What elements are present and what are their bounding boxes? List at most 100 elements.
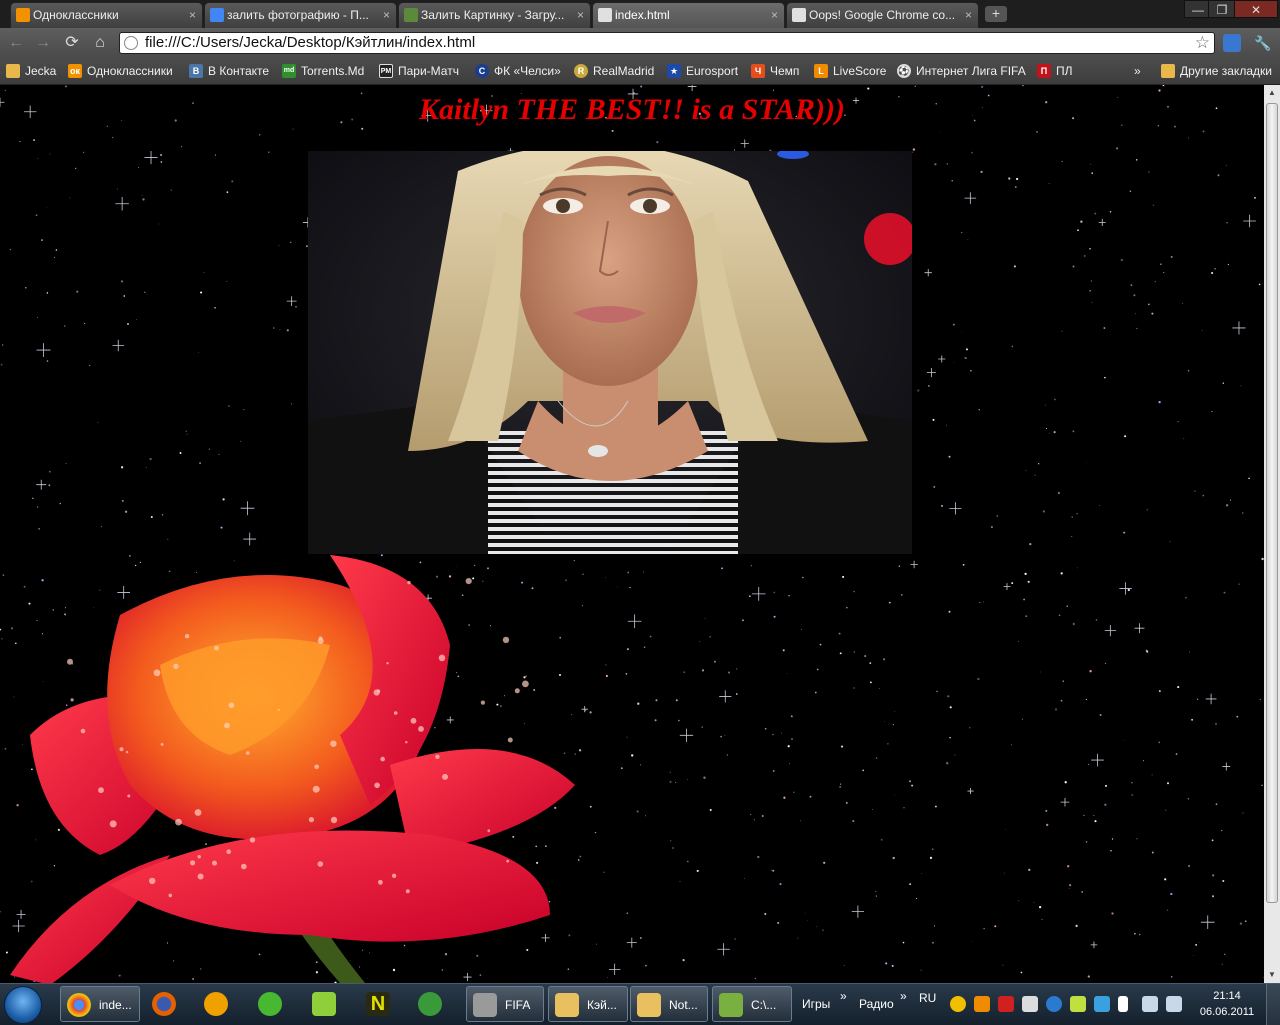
system-clock[interactable]: 21:14 06.06.2011 <box>1195 988 1259 1020</box>
scroll-down-arrow-icon[interactable]: ▼ <box>1264 967 1280 983</box>
bookmark-label: Интернет Лига FIFA <box>916 64 1026 78</box>
home-button[interactable]: ⌂ <box>89 32 111 54</box>
tab-odnoklassniki[interactable]: Одноклассники × <box>10 2 203 28</box>
action-center-flag-icon[interactable] <box>1118 996 1128 1012</box>
taskbar-fifa[interactable]: FIFA <box>466 986 544 1022</box>
taskbar-notepadpp[interactable]: C:\... <box>712 986 792 1022</box>
taskbar-label: Not... <box>669 987 698 1022</box>
taskbar-nero[interactable]: N <box>360 986 404 1022</box>
image-host-favicon-icon <box>404 8 418 22</box>
odnoklassniki-favicon-icon <box>16 8 30 22</box>
bookmark-realmadrid[interactable]: RRealMadrid <box>574 63 654 79</box>
forward-button[interactable]: → <box>32 32 54 54</box>
clock-time: 21:14 <box>1195 988 1259 1004</box>
hdd-tray-icon[interactable] <box>1022 996 1038 1012</box>
bookmark-vkontakte[interactable]: ВВ Контакте <box>189 63 269 79</box>
update-tray-icon[interactable] <box>1046 996 1062 1012</box>
toolbar-games[interactable]: Игры <box>802 984 830 1024</box>
language-indicator[interactable]: RU <box>919 978 936 1018</box>
bookmark-odnoklassniki[interactable]: окОдноклассники <box>68 63 173 79</box>
address-bar[interactable]: file:///C:/Users/Jecka/Desktop/Кэйтлин/i… <box>119 32 1215 54</box>
clock-date: 06.06.2011 <box>1195 1004 1259 1020</box>
maximize-button[interactable]: ❐ <box>1208 0 1236 18</box>
reload-button[interactable]: ⟳ <box>61 32 83 54</box>
other-bookmarks[interactable]: Другие закладки <box>1161 63 1272 79</box>
taskbar-utorrent[interactable] <box>412 986 456 1022</box>
rose-image <box>10 555 590 983</box>
nero-icon: N <box>366 992 390 1016</box>
close-window-button[interactable]: ✕ <box>1234 0 1278 18</box>
tab-title: Одноклассники <box>33 3 180 27</box>
battery-tray-icon[interactable] <box>1070 996 1086 1012</box>
zona-tray-icon[interactable] <box>1094 996 1110 1012</box>
player-tray-icon[interactable] <box>974 996 990 1012</box>
taskbar-app-green[interactable] <box>306 986 350 1022</box>
scrollbar-thumb[interactable] <box>1266 103 1278 903</box>
bookmark-label: Одноклассники <box>87 64 173 78</box>
tab-oops-chrome[interactable]: Oops! Google Chrome co... × <box>786 2 979 28</box>
scroll-up-arrow-icon[interactable]: ▲ <box>1264 85 1280 101</box>
bookmark-parimatch[interactable]: PMПари-Матч <box>379 63 459 79</box>
toolbar-overflow-chevron-icon[interactable]: » <box>840 976 847 1016</box>
url-text[interactable]: file:///C:/Users/Jecka/Desktop/Кэйтлин/i… <box>145 33 475 53</box>
volume-tray-icon[interactable] <box>1166 996 1182 1012</box>
bookmark-eurosport[interactable]: ★Eurosport <box>667 63 738 79</box>
page-info-icon[interactable] <box>124 36 138 50</box>
fifa-game-icon <box>473 993 497 1017</box>
page-viewport: Kaitlyn THE BEST!! is a STAR))) <box>0 85 1264 983</box>
taskbar-label: Кэй... <box>587 987 617 1022</box>
taskbar-aimp[interactable] <box>198 986 242 1022</box>
chelsea-icon: C <box>475 64 489 78</box>
bookmark-label: В Контакте <box>208 64 269 78</box>
extension-puzzle-icon[interactable] <box>1223 34 1241 52</box>
back-button[interactable]: ← <box>5 32 27 54</box>
taskbar-chrome[interactable]: inde... <box>60 986 140 1022</box>
tab-title: залить фотографию - П... <box>227 3 374 27</box>
toolbar-radio[interactable]: Радио <box>859 984 894 1024</box>
taskbar-notepad[interactable]: Not... <box>630 986 708 1022</box>
network-tray-icon[interactable] <box>1142 996 1158 1012</box>
antivirus-tray-icon[interactable] <box>998 996 1014 1012</box>
tab-close-icon[interactable]: × <box>383 3 390 27</box>
show-desktop-button[interactable] <box>1266 984 1280 1025</box>
bookmark-label: Jecka <box>25 64 56 78</box>
notepad-icon <box>637 993 661 1017</box>
bookmark-label: Чемп <box>770 64 799 78</box>
bookmarks-overflow-chevron-icon[interactable]: » <box>1134 63 1141 79</box>
taskbar-folder-kaitlyn[interactable]: Кэй... <box>548 986 628 1022</box>
tab-close-icon[interactable]: × <box>771 3 778 27</box>
utorrent-icon <box>418 992 442 1016</box>
bookmark-star-icon[interactable]: ☆ <box>1195 33 1210 53</box>
start-button[interactable] <box>4 986 42 1024</box>
taskbar-firefox[interactable] <box>146 986 190 1022</box>
bookmark-fifa-league[interactable]: ⚽Интернет Лига FIFA <box>897 63 1026 79</box>
pl-icon: П <box>1037 64 1051 78</box>
tab-upload-picture[interactable]: Залить Картинку - Загру... × <box>398 2 591 28</box>
page-scrollbar[interactable]: ▲ ▼ <box>1264 85 1280 983</box>
tab-close-icon[interactable]: × <box>965 3 972 27</box>
torrents-icon: md <box>282 64 296 78</box>
bookmark-jecka[interactable]: Jecka <box>6 63 56 79</box>
icq-icon <box>258 992 282 1016</box>
tab-strip: Одноклассники × залить фотографию - П...… <box>0 0 1280 28</box>
new-tab-button[interactable]: + <box>985 6 1007 22</box>
bookmark-livescore[interactable]: LLiveScore <box>814 63 886 79</box>
wrench-menu-button[interactable]: 🔧 <box>1252 32 1274 54</box>
firefox-icon <box>152 992 176 1016</box>
tab-close-icon[interactable]: × <box>577 3 584 27</box>
bookmark-champ[interactable]: ЧЧемп <box>751 63 799 79</box>
tab-title: Oops! Google Chrome co... <box>809 3 956 27</box>
bookmark-chelsea[interactable]: CФК «Челси» <box>475 63 561 79</box>
toolbar-overflow-chevron-icon[interactable]: » <box>900 976 907 1016</box>
bookmark-pl[interactable]: П ПЛ <box>1037 63 1073 79</box>
smiley-tray-icon[interactable] <box>950 996 966 1012</box>
taskbar-icq[interactable] <box>252 986 296 1022</box>
notepadpp-icon <box>719 993 743 1017</box>
app-icon <box>312 992 336 1016</box>
tab-index-html[interactable]: index.html × <box>592 2 785 28</box>
tab-upload-photo[interactable]: залить фотографию - П... × <box>204 2 397 28</box>
google-favicon-icon <box>210 8 224 22</box>
bookmark-torrents[interactable]: mdTorrents.Md <box>282 63 364 79</box>
tab-close-icon[interactable]: × <box>189 3 196 27</box>
bookmark-label: ПЛ <box>1056 64 1073 78</box>
